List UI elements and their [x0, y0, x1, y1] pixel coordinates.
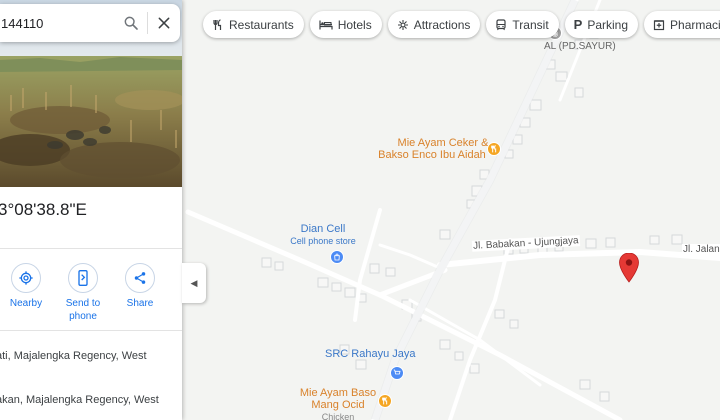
- divider: [0, 330, 182, 331]
- nearby-icon: [11, 263, 41, 293]
- poi-label-line-1: Mie Ayam Ceker &: [397, 137, 489, 149]
- pharmacy-icon: [653, 19, 665, 30]
- chip-pharmacies[interactable]: Pharmacies: [644, 11, 720, 38]
- share-button[interactable]: Share: [115, 263, 165, 310]
- share-label: Share: [126, 298, 154, 309]
- transit-icon: [496, 18, 507, 30]
- divider: [0, 248, 182, 249]
- place-panel: 144110 3°08'38.8"E Nearby Send to phone …: [0, 0, 182, 420]
- poi-label-baso-line-3: Chicken: [321, 412, 355, 420]
- chip-label: Parking: [587, 17, 629, 32]
- chip-label: Pharmacies: [670, 17, 720, 32]
- attractions-icon: [397, 19, 408, 30]
- search-box[interactable]: 144110: [0, 4, 180, 42]
- place-coordinates-title: 3°08'38.8"E: [0, 200, 87, 219]
- chip-restaurants[interactable]: Restaurants: [203, 11, 304, 38]
- collapse-panel-button[interactable]: ◀: [182, 263, 206, 303]
- close-icon[interactable]: [148, 4, 180, 42]
- dropped-pin-icon[interactable]: [619, 253, 639, 283]
- road-label-jalan: Jl. Jalan: [682, 244, 720, 255]
- restaurant-icon[interactable]: [378, 394, 392, 408]
- restaurant-icon[interactable]: [487, 142, 501, 156]
- chip-attractions[interactable]: Attractions: [387, 11, 481, 38]
- poi-label-baso-line-1: Mie Ayam Baso: [299, 387, 377, 399]
- share-icon: [125, 263, 155, 293]
- chip-label: Restaurants: [229, 17, 294, 32]
- nearby-button[interactable]: Nearby: [1, 263, 51, 310]
- send-to-phone-icon: [68, 263, 98, 293]
- poi-label-dian-cell-category: Cell phone store: [290, 236, 356, 246]
- chip-label: Attractions: [413, 17, 471, 32]
- poi-label-dian-cell[interactable]: Dian Cell Cell phone store: [290, 223, 356, 247]
- parking-icon: P: [573, 17, 583, 32]
- poi-label-src-rahayu[interactable]: SRC Rahayu Jaya: [325, 348, 416, 360]
- shopping-cart-icon[interactable]: [390, 366, 404, 380]
- address-line-2[interactable]: akan, Majalengka Regency, West: [0, 394, 159, 406]
- send-to-phone-button[interactable]: Send to phone: [58, 263, 108, 323]
- poi-label-dian-cell-name: Dian Cell: [300, 223, 346, 235]
- search-icon[interactable]: [115, 4, 147, 42]
- shopping-bag-icon[interactable]: [330, 250, 344, 264]
- poi-label-al-pd-sayur[interactable]: AL (PD.SAYUR): [544, 41, 616, 52]
- search-input[interactable]: 144110: [0, 16, 115, 31]
- address-line-1[interactable]: ati, Majalengka Regency, West: [0, 350, 147, 362]
- chip-label: Hotels: [337, 17, 372, 32]
- nearby-label: Nearby: [9, 298, 43, 309]
- chip-label: Transit: [512, 17, 549, 32]
- restaurant-icon: [213, 18, 222, 30]
- category-chips: Restaurants Hotels Attractions Transit P…: [203, 11, 720, 39]
- hotel-icon: [319, 20, 333, 29]
- poi-label-mie-ayam-ceker[interactable]: Mie Ayam Ceker & Bakso Enco Ibu Aidah: [372, 137, 492, 161]
- poi-label-mie-ayam-baso[interactable]: Mie Ayam Baso Mang Ocid Chicken: [293, 387, 383, 420]
- send-to-phone-label: Send to phone: [65, 298, 101, 322]
- chip-hotels[interactable]: Hotels: [309, 11, 382, 38]
- poi-label-baso-line-2: Mang Ocid: [311, 399, 365, 411]
- chip-parking[interactable]: P Parking: [564, 11, 639, 38]
- chip-transit[interactable]: Transit: [486, 11, 559, 38]
- poi-label-line-2: Bakso Enco Ibu Aidah: [378, 149, 486, 161]
- chevron-left-icon: ◀: [190, 277, 198, 288]
